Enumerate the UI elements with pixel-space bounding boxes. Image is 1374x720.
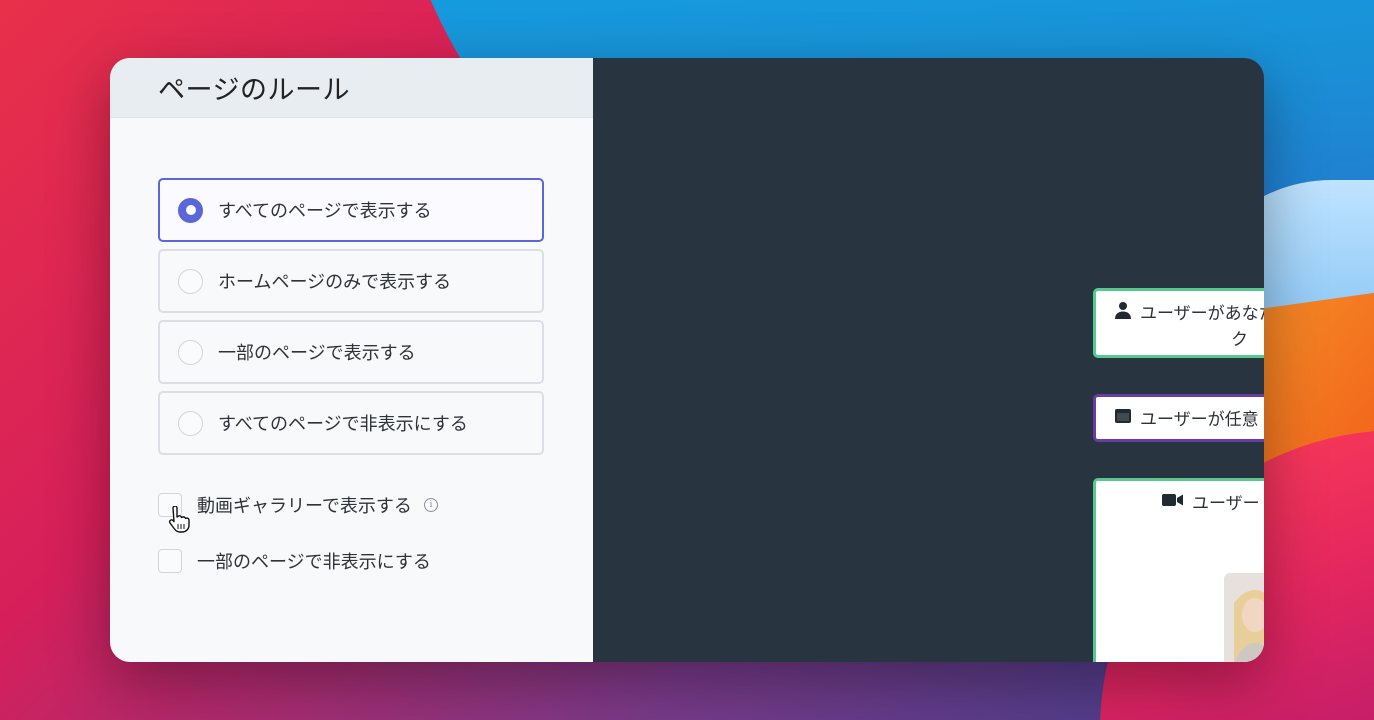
flow-node-user-visits[interactable]: ユーザーがあなた ク [1093, 288, 1264, 358]
window-icon [1115, 409, 1131, 423]
option-label: 一部のページで表示する [218, 343, 416, 364]
flow-node-text: ユーザーがあなた [1140, 304, 1264, 324]
flow-canvas[interactable]: ユーザーがあなた ク ユーザーが任意 ユーザー [593, 58, 1264, 662]
radio-button[interactable] [178, 339, 203, 365]
flow-node-subtext: ク [1231, 330, 1248, 350]
option-label: すべてのページで表示する [218, 201, 432, 222]
checkbox[interactable] [158, 549, 182, 573]
flow-node-text: ユーザーが任意 [1140, 410, 1259, 430]
video-thumbnail[interactable] [1224, 573, 1264, 662]
checkbox-label: 動画ギャラリーで表示する [197, 496, 412, 517]
display-rule-options: すべてのページで表示する ホームページのみで表示する 一部のページで表示する す… [158, 178, 544, 462]
checkbox-show-video-gallery[interactable]: 動画ギャラリーで表示する i [158, 492, 438, 518]
option-show-homepage-only[interactable]: ホームページのみで表示する [158, 249, 544, 313]
checkbox-hide-some-pages[interactable]: 一部のページで非表示にする [158, 548, 438, 574]
option-label: すべてのページで非表示にする [218, 414, 468, 435]
info-icon[interactable]: i [423, 498, 438, 512]
option-show-all-pages[interactable]: すべてのページで表示する [158, 178, 544, 242]
radio-button[interactable] [178, 197, 203, 223]
option-hide-all-pages[interactable]: すべてのページで非表示にする [158, 391, 544, 455]
panel-header: ページのルール [110, 58, 593, 118]
flow-node-text: ユーザー [1192, 494, 1260, 514]
option-label: ホームページのみで表示する [218, 272, 452, 293]
page-rules-panel: ページのルール すべてのページで表示する ホームページのみで表示する 一部のペー… [110, 58, 593, 662]
flow-node-user-any[interactable]: ユーザーが任意 [1093, 394, 1264, 442]
option-show-some-pages[interactable]: 一部のページで表示する [158, 320, 544, 384]
panel-title: ページのルール [158, 75, 350, 106]
extra-options: 動画ギャラリーで表示する i 一部のページで非表示にする [158, 492, 438, 604]
flow-node-user-video[interactable]: ユーザー [1093, 478, 1264, 662]
radio-button[interactable] [178, 410, 203, 436]
checkbox-label: 一部のページで非表示にする [197, 552, 431, 573]
person-thumbnail-image [1224, 573, 1264, 662]
user-icon [1115, 302, 1131, 319]
app-window: ページのルール すべてのページで表示する ホームページのみで表示する 一部のペー… [110, 58, 1264, 662]
radio-button[interactable] [178, 268, 203, 294]
video-camera-icon [1162, 494, 1183, 506]
hand-pointer-icon [168, 506, 190, 533]
